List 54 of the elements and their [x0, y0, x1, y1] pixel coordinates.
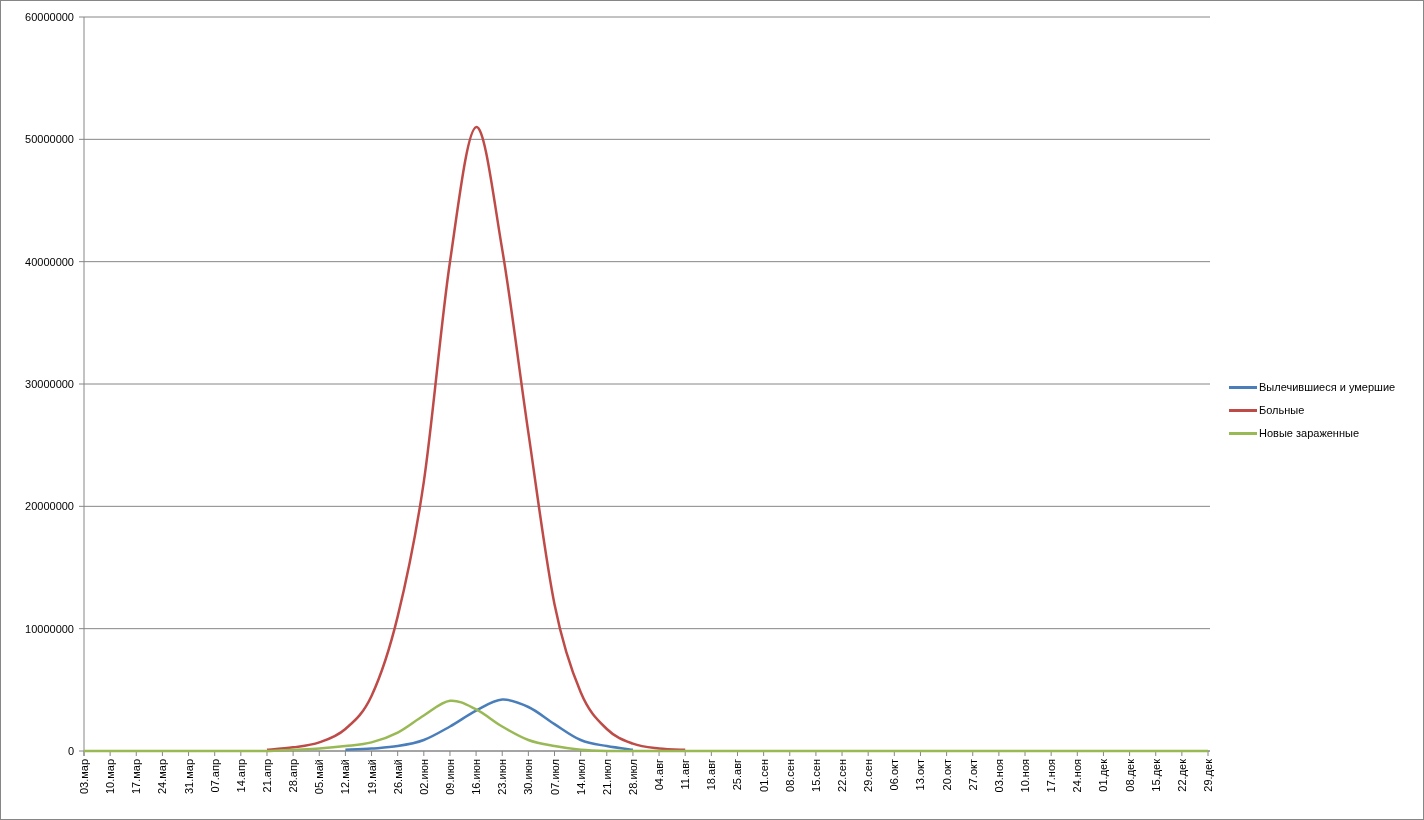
- x-tick-label: 15.сен: [809, 759, 822, 792]
- y-tick-label: 60000000: [25, 11, 74, 23]
- x-tick-label: 18.авг: [705, 759, 718, 791]
- legend-label: Новые зараженные: [1259, 427, 1360, 439]
- x-tick-label: 21.июл: [600, 759, 613, 795]
- x-tick-label: 22.дек: [1175, 759, 1188, 792]
- y-tick-label: 30000000: [25, 378, 74, 390]
- x-tick-label: 13.окт: [914, 759, 927, 791]
- x-tick-label: 26.май: [391, 759, 404, 795]
- x-tick-label: 01.дек: [1097, 759, 1110, 792]
- x-tick-label: 22.сен: [836, 759, 849, 792]
- x-tick-label: 28.июл: [626, 759, 639, 795]
- x-tick-label: 15.дек: [1149, 759, 1162, 792]
- y-tick-label: 10000000: [25, 622, 74, 635]
- x-tick-label: 16.июн: [470, 759, 483, 795]
- x-tick-label: 12.май: [339, 759, 352, 795]
- x-tick-label: 10.ноя: [1019, 759, 1031, 793]
- x-tick-label: 24.ноя: [1071, 759, 1084, 793]
- x-tick-label: 27.окт: [966, 759, 979, 791]
- x-tick-label: 19.май: [365, 759, 378, 795]
- x-tick-label: 24.мар: [156, 759, 169, 795]
- x-tick-label: 29.дек: [1202, 759, 1214, 792]
- x-tick-label: 20.окт: [940, 759, 953, 791]
- x-tick-label: 07.июл: [548, 759, 561, 795]
- x-tick-label: 08.сен: [783, 759, 796, 792]
- x-tick-label: 21.апр: [261, 759, 273, 793]
- x-tick-label: 06.окт: [888, 759, 901, 791]
- x-tick-label: 01.сен: [757, 759, 770, 792]
- x-tick-label: 09.июн: [443, 759, 456, 795]
- x-tick-label: 31.мар: [182, 759, 195, 795]
- y-tick-label: 0: [67, 745, 74, 757]
- x-tick-label: 14.апр: [234, 759, 247, 793]
- y-tick-label: 50000000: [25, 133, 74, 146]
- x-tick-label: 02.июн: [417, 759, 430, 795]
- x-tick-label: 17.ноя: [1045, 759, 1058, 793]
- y-tick-label: 20000000: [25, 500, 74, 513]
- x-tick-label: 08.дек: [1123, 759, 1136, 792]
- x-tick-label: 17.мар: [130, 759, 143, 795]
- x-tick-label: 10.мар: [104, 759, 117, 795]
- legend-label: Больные: [1259, 404, 1305, 416]
- x-tick-label: 05.май: [313, 759, 326, 795]
- x-tick-label: 03.ноя: [992, 759, 1005, 793]
- x-tick-label: 03.мар: [78, 759, 90, 795]
- x-tick-label: 23.июн: [496, 759, 509, 795]
- x-tick-label: 04.авг: [653, 759, 666, 791]
- x-tick-label: 11.авг: [679, 759, 692, 790]
- x-tick-label: 14.июл: [574, 759, 587, 795]
- x-tick-label: 07.апр: [208, 759, 221, 793]
- x-tick-label: 30.июн: [522, 759, 535, 795]
- x-tick-label: 25.авг: [731, 759, 744, 791]
- x-tick-label: 29.сен: [862, 759, 875, 792]
- y-tick-label: 40000000: [25, 255, 74, 268]
- x-tick-label: 28.апр: [287, 759, 300, 793]
- legend-label: Вылечившиеся и умершие: [1259, 381, 1396, 393]
